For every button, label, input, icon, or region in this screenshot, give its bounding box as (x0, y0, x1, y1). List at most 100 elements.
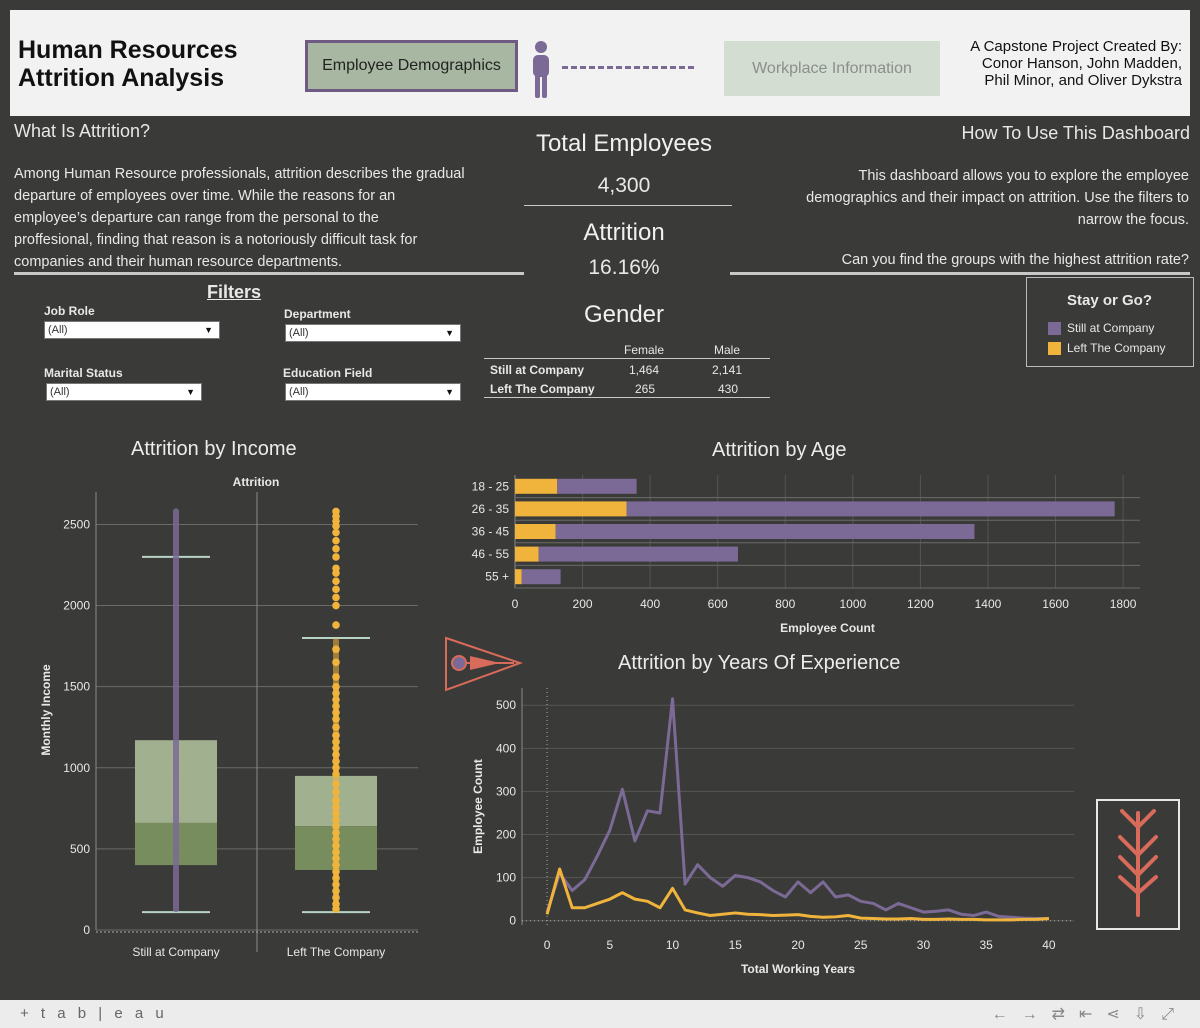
header-bar: Human Resources Attrition Analysis Emplo… (10, 10, 1190, 116)
y-category-label: 55 + (485, 570, 509, 584)
credit-text: A Capstone Project Created By: Conor Han… (970, 38, 1182, 89)
data-point (332, 593, 340, 602)
title-line-2: Attrition Analysis (18, 64, 225, 92)
download-icon[interactable]: ⇩ (1134, 1006, 1161, 1023)
data-point (332, 702, 340, 710)
undo-icon[interactable]: ← (992, 1006, 1022, 1023)
y-category-label: 46 - 55 (472, 547, 510, 561)
experience-chart-title: Attrition by Years Of Experience (618, 652, 901, 674)
x-category-label: Left The Company (287, 945, 386, 959)
what-paragraph: Among Human Resource professionals, attr… (14, 163, 465, 273)
legend-item-left[interactable]: Left The Company (1048, 341, 1166, 356)
education-field-select[interactable]: (All) ▼ (285, 383, 461, 401)
data-point (332, 689, 340, 697)
legend-item-still[interactable]: Still at Company (1048, 321, 1154, 336)
share-icon[interactable]: ⋖ (1106, 1006, 1133, 1023)
data-point (332, 723, 340, 732)
department-value: (All) (289, 327, 309, 339)
dropdown-arrow-icon: ▼ (445, 387, 454, 397)
y-tick-label: 0 (509, 914, 516, 928)
legend: Stay or Go? Still at Company Left The Co… (1026, 277, 1194, 367)
data-point (332, 763, 340, 772)
bar-segment (515, 569, 522, 585)
divider (730, 272, 1190, 275)
x-axis-label: Employee Count (780, 621, 875, 635)
x-tick-label: 400 (640, 597, 660, 611)
data-point (332, 601, 340, 610)
tableau-footer: + t a b | e a u ←→⇄⇤⋖⇩⤢ (0, 1000, 1200, 1028)
data-point (332, 744, 340, 753)
x-tick-label: 40 (1042, 938, 1056, 952)
gender-cell: 430 (718, 382, 739, 396)
x-tick-label: 1600 (1042, 597, 1069, 611)
data-point (332, 658, 340, 667)
department-select[interactable]: (All) ▼ (285, 324, 461, 342)
y-tick-label: 1000 (63, 761, 90, 775)
bar-segment (515, 478, 558, 494)
pause-icon[interactable]: ⇤ (1079, 1006, 1106, 1023)
gender-cell: 2,141 (712, 363, 743, 377)
data-point (332, 682, 340, 691)
x-tick-label: 800 (775, 597, 795, 611)
table-rule (484, 397, 770, 398)
gender-row-label: Left The Company (490, 382, 595, 396)
bar-segment (515, 546, 539, 562)
y-tick-label: 1500 (63, 680, 90, 694)
x-tick-label: 1800 (1110, 597, 1137, 611)
gender-col-male: Male (714, 343, 741, 357)
attrition-value: 16.16% (588, 256, 660, 279)
x-category-label: Still at Company (132, 945, 219, 959)
revert-icon[interactable]: ⇄ (1052, 1006, 1079, 1023)
income-header: Attrition (233, 475, 280, 489)
job-role-value: (All) (48, 324, 68, 336)
gender-col-female: Female (624, 343, 665, 357)
arrow-icon[interactable] (444, 636, 524, 692)
howto-line: This dashboard allows you to explore the… (858, 168, 1189, 184)
marital-status-label: Marital Status (44, 366, 123, 380)
y-tick-label: 500 (496, 698, 516, 712)
howto-line: demographics and their impact on attriti… (806, 190, 1189, 206)
page-title: Human Resources Attrition Analysis (18, 36, 238, 92)
data-point (332, 715, 340, 723)
y-category-label: 26 - 35 (472, 502, 510, 516)
workplace-information-button[interactable]: Workplace Information (724, 41, 940, 96)
series-line (545, 867, 1050, 922)
data-point (332, 673, 340, 681)
employee-demographics-button[interactable]: Employee Demographics (305, 40, 518, 92)
tableau-logo: + t a b | e a u (20, 1005, 168, 1022)
redo-icon[interactable]: → (1022, 1006, 1052, 1023)
education-field-value: (All) (289, 386, 309, 398)
data-point (332, 621, 340, 629)
y-tick-label: 100 (496, 871, 516, 885)
howto-line: narrow the focus. (1077, 212, 1189, 228)
gender-row-label: Still at Company (490, 363, 585, 377)
data-point (332, 695, 340, 704)
gender-cell: 265 (635, 382, 656, 396)
what-line: employee’s departure can range from the … (14, 210, 379, 226)
data-point (332, 796, 340, 805)
income-box-chart: Attrition 0 500 1000 1500 2000 2500 Monthly Inc… (39, 475, 418, 959)
data-point (332, 815, 340, 824)
data-point (332, 553, 340, 561)
x-tick-label: 1400 (975, 597, 1002, 611)
experience-line-chart: 0 100 200 300 400 500 0 5 10 15 20 25 30 35 40 Total Wo… (471, 688, 1074, 976)
marital-status-value: (All) (50, 386, 70, 398)
fullscreen-icon[interactable]: ⤢ (1161, 1006, 1188, 1023)
data-point (332, 522, 340, 530)
data-point (332, 861, 340, 869)
x-tick-label: 5 (606, 938, 613, 952)
job-role-select[interactable]: (All) ▼ (44, 321, 220, 339)
y-axis-label: Employee Count (471, 759, 485, 854)
age-bar-chart: 0 200 400 600 800 1000 1200 1400 1600 1800 18 - 25… (472, 475, 1140, 635)
y-tick-label: 200 (496, 828, 516, 842)
howto-line: Can you find the groups with the highest… (841, 252, 1189, 268)
y-tick-label: 400 (496, 741, 516, 755)
data-point (332, 848, 340, 856)
x-tick-label: 0 (512, 597, 519, 611)
credit-line-1: A Capstone Project Created By: (970, 38, 1182, 55)
data-point (332, 788, 340, 796)
what-line: Among Human Resource professionals, attr… (14, 166, 465, 182)
howto-paragraph: This dashboard allows you to explore the… (806, 165, 1189, 271)
marital-status-select[interactable]: (All) ▼ (46, 383, 202, 401)
data-point (332, 854, 340, 863)
